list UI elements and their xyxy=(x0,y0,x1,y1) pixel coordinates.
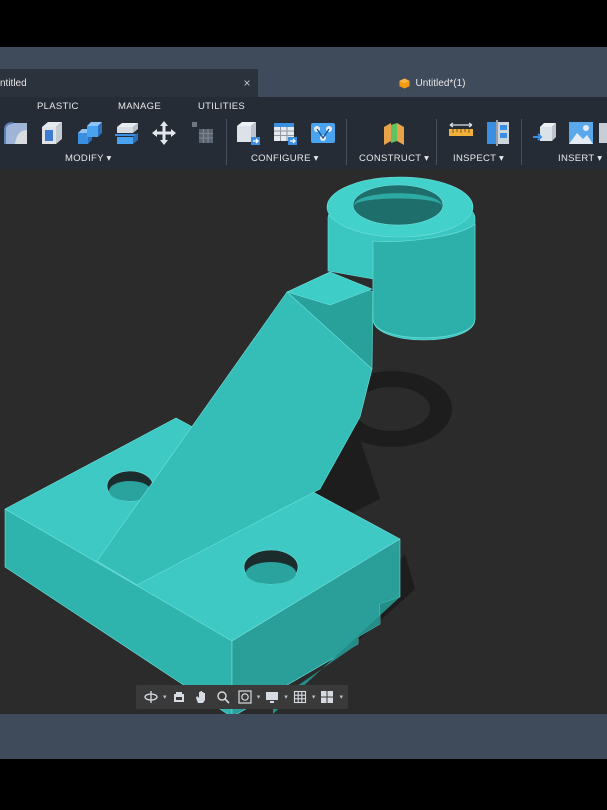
divider xyxy=(346,119,347,165)
ribbon-toolbar: PLASTIC MANAGE UTILITIES MODIFY ▾ CONFIG… xyxy=(0,97,607,169)
tab-utilities[interactable]: UTILITIES xyxy=(198,101,245,112)
combine-button[interactable] xyxy=(76,119,104,147)
move-button[interactable] xyxy=(150,119,178,147)
split-body-button[interactable] xyxy=(113,119,141,147)
close-icon[interactable]: × xyxy=(236,76,258,90)
split-body-icon xyxy=(115,123,138,144)
configure-model-button[interactable] xyxy=(234,119,262,147)
insert-more-button[interactable] xyxy=(599,119,607,147)
fit-icon[interactable] xyxy=(238,690,252,704)
app-window: ntitled × Untitled*(1) PLASTIC MANAGE UT… xyxy=(0,47,607,759)
document-cube-icon xyxy=(399,77,411,89)
tab-untitled[interactable]: ntitled × xyxy=(0,69,258,97)
configuration-table-button[interactable] xyxy=(271,119,299,147)
chevron-down-icon[interactable]: ▾ xyxy=(312,693,316,701)
chevron-down-icon[interactable]: ▾ xyxy=(339,693,343,701)
zoom-icon[interactable] xyxy=(216,690,230,704)
table-icon xyxy=(274,123,297,145)
combine-icon xyxy=(78,122,102,144)
more-icon xyxy=(599,123,607,143)
fillet-icon xyxy=(4,122,27,144)
configure-cube-icon xyxy=(237,122,260,145)
tab-plastic[interactable]: PLASTIC xyxy=(37,101,79,112)
timeline-bar xyxy=(0,714,607,759)
tab-label: ntitled xyxy=(0,77,27,89)
fillet-button[interactable] xyxy=(2,119,30,147)
insert-derive-button[interactable] xyxy=(531,119,559,147)
look-at-icon[interactable] xyxy=(172,690,186,704)
navigation-bar: ▾ ▾ ▾ ▾ ▾ xyxy=(136,685,348,709)
modify-menu[interactable]: MODIFY ▾ xyxy=(65,153,112,164)
divider xyxy=(521,119,522,165)
viewports-icon[interactable] xyxy=(320,690,334,704)
inspect-menu[interactable]: INSPECT ▾ xyxy=(453,153,504,164)
configuration-rules-button[interactable] xyxy=(309,119,337,147)
interference-button[interactable] xyxy=(484,119,512,147)
tab-label: Untitled*(1) xyxy=(415,77,466,89)
pan-icon[interactable] xyxy=(194,690,208,704)
document-tab-bar: ntitled × Untitled*(1) xyxy=(0,47,607,97)
midplane-icon xyxy=(384,123,404,145)
tab-untitled-1[interactable]: Untitled*(1) xyxy=(258,69,607,97)
insert-cube-icon xyxy=(533,123,556,141)
measure-icon xyxy=(449,122,473,136)
flow-icon xyxy=(311,123,335,143)
chevron-down-icon[interactable]: ▾ xyxy=(284,693,288,701)
divider xyxy=(436,119,437,165)
configure-menu[interactable]: CONFIGURE ▾ xyxy=(251,153,319,164)
construct-menu[interactable]: CONSTRUCT ▾ xyxy=(359,153,429,164)
insert-menu[interactable]: INSERT ▾ xyxy=(558,153,602,164)
move-icon xyxy=(152,121,176,145)
orbit-icon[interactable] xyxy=(144,690,158,704)
tab-manage[interactable]: MANAGE xyxy=(118,101,161,112)
bracket-part-model[interactable] xyxy=(0,169,607,718)
measure-button[interactable] xyxy=(447,119,475,147)
viewport-canvas[interactable] xyxy=(0,169,607,718)
chevron-down-icon[interactable]: ▾ xyxy=(257,693,261,701)
section-analysis-icon xyxy=(487,120,509,146)
grid-icon[interactable] xyxy=(293,690,307,704)
align-icon xyxy=(192,122,213,143)
insert-canvas-button[interactable] xyxy=(567,119,595,147)
divider xyxy=(226,119,227,165)
align-button[interactable] xyxy=(189,119,217,147)
image-icon xyxy=(569,122,593,144)
construct-plane-button[interactable] xyxy=(380,119,408,147)
chevron-down-icon[interactable]: ▾ xyxy=(163,693,167,701)
shell-icon xyxy=(42,122,62,144)
shell-button[interactable] xyxy=(38,119,66,147)
display-settings-icon[interactable] xyxy=(265,690,279,704)
